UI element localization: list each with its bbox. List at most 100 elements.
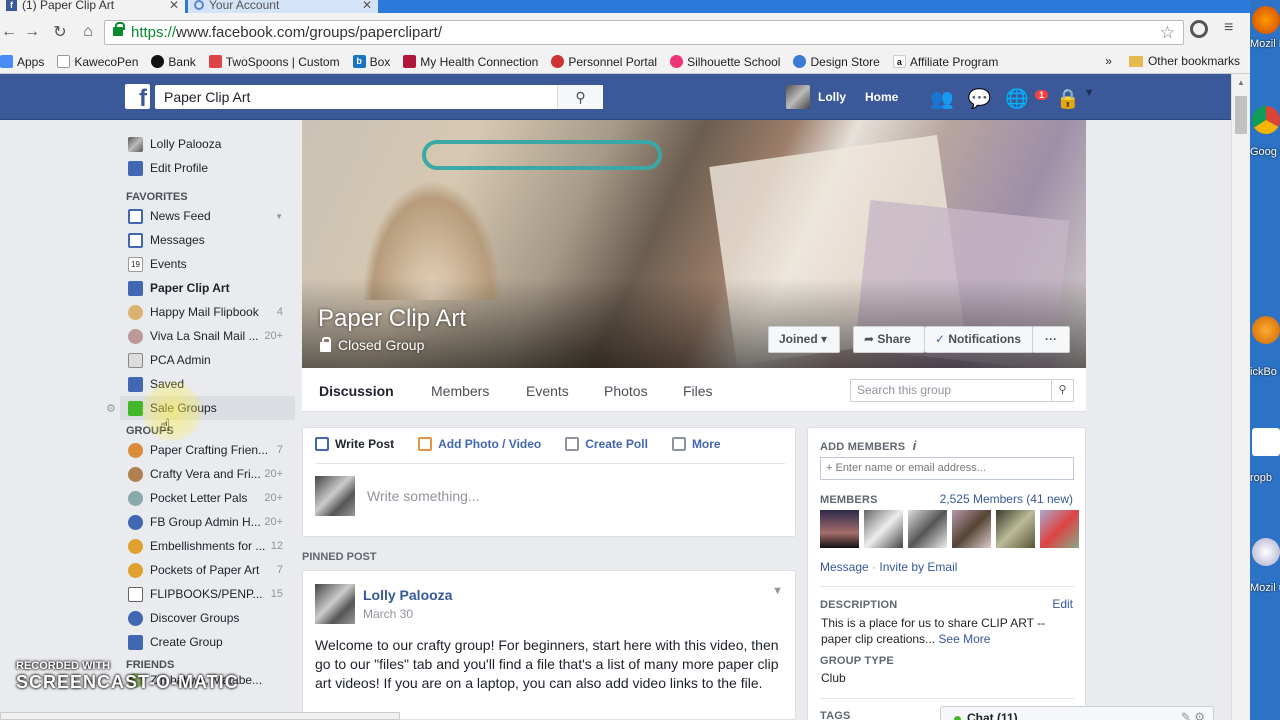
member-thumbnail[interactable] <box>1040 510 1079 548</box>
bookmark-apps[interactable]: Apps <box>0 55 44 69</box>
dropbox-icon[interactable] <box>1252 428 1280 456</box>
nav-messages[interactable]: Messages <box>120 228 295 252</box>
home-icon[interactable]: ⌂ <box>74 23 102 41</box>
avatar[interactable] <box>315 584 355 624</box>
see-more-link[interactable]: See More <box>938 632 990 646</box>
post-author[interactable]: Lolly Palooza <box>363 587 452 603</box>
notifications-button[interactable]: ✓ Notifications <box>925 326 1033 353</box>
search-icon[interactable]: ⚲ <box>557 85 603 109</box>
message-link[interactable]: Message <box>820 560 869 574</box>
profile-link[interactable]: Lolly <box>786 85 846 109</box>
member-thumbnail[interactable] <box>820 510 859 548</box>
account-menu-chevron-icon[interactable]: ▼ <box>1084 87 1095 111</box>
forward-arrow-icon[interactable]: → <box>18 23 46 41</box>
gear-icon[interactable]: ⚙ <box>106 402 116 415</box>
nav-pca-admin[interactable]: PCA Admin <box>120 348 295 372</box>
address-bar[interactable]: https://www.facebook.com/groups/papercli… <box>104 20 1184 45</box>
nav-group-item[interactable]: FB Group Admin H... 20+ <box>120 510 295 534</box>
tab-close-icon[interactable]: ✕ <box>362 0 372 13</box>
member-thumbnail[interactable] <box>996 510 1035 548</box>
write-post-tab[interactable]: Write Post <box>315 437 394 451</box>
nav-create-group[interactable]: Create Group <box>120 630 295 654</box>
nav-group-item[interactable]: Embellishments for ... 12 <box>120 534 295 558</box>
bookmark-box[interactable]: b Box <box>352 55 390 69</box>
notifications-globe-icon[interactable]: 🌐 1 <box>1005 87 1049 111</box>
bookmark-personnel-portal[interactable]: Personnel Portal <box>551 55 657 69</box>
browser-menu-icon[interactable]: ≡ <box>1224 20 1238 36</box>
nav-viva-la-snail-mail[interactable]: Viva La Snail Mail ... 20+ <box>120 324 295 348</box>
bookmark-kawecopen[interactable]: KawecoPen <box>57 55 138 69</box>
search-icon[interactable]: ⚲ <box>1051 380 1073 401</box>
browser-tab-paper-clip-art[interactable]: f (1) Paper Clip Art ✕ <box>0 0 185 13</box>
privacy-shortcuts-icon[interactable]: 🔒 <box>1056 87 1080 111</box>
nav-group-item[interactable]: FLIPBOOKS/PENP... 15 <box>120 582 295 606</box>
create-poll-tab[interactable]: Create Poll <box>565 437 648 451</box>
chat-settings-icon[interactable]: ✎ ⚙ <box>1181 710 1205 720</box>
member-thumbnail[interactable] <box>952 510 991 548</box>
group-search-input[interactable]: Search this group ⚲ <box>850 379 1074 402</box>
messages-icon <box>128 232 143 248</box>
chat-bar[interactable]: Chat (11) ✎ ⚙ <box>940 706 1214 720</box>
member-thumbnail[interactable] <box>908 510 947 548</box>
nav-happy-mail-flipbook[interactable]: Happy Mail Flipbook 4 <box>120 300 295 324</box>
nav-discover-groups[interactable]: Discover Groups <box>120 606 295 630</box>
invite-by-email-link[interactable]: Invite by Email <box>879 560 957 574</box>
reload-icon[interactable]: ↻ <box>46 22 74 42</box>
bookmarks-overflow-icon[interactable]: » <box>1105 54 1112 68</box>
messages-icon[interactable]: 💬 <box>968 87 992 111</box>
tab-members[interactable]: Members <box>431 383 489 399</box>
friend-requests-icon[interactable]: 👥 <box>930 87 954 111</box>
tab-files[interactable]: Files <box>683 383 713 399</box>
add-photo-video-tab[interactable]: Add Photo / Video <box>418 437 541 451</box>
bookmark-bank[interactable]: Bank <box>151 55 196 69</box>
bookmark-design-store[interactable]: Design Store <box>793 55 880 69</box>
bookmark-star-icon[interactable]: ☆ <box>1160 21 1175 44</box>
tab-events[interactable]: Events <box>526 383 569 399</box>
members-count-link[interactable]: 2,525 Members (41 new) <box>940 492 1073 506</box>
nav-paper-clip-art[interactable]: Paper Clip Art <box>120 276 295 300</box>
share-button[interactable]: ➦ Share <box>853 326 925 353</box>
tab-photos[interactable]: Photos <box>604 383 648 399</box>
chevron-down-icon[interactable]: ▼ <box>772 585 783 597</box>
back-arrow-icon[interactable]: ← <box>0 23 18 41</box>
member-thumbnail[interactable] <box>864 510 903 548</box>
edit-description-link[interactable]: Edit <box>1052 597 1073 611</box>
nav-events[interactable]: 19 Events <box>120 252 295 276</box>
add-members-input[interactable]: + Enter name or email address... <box>820 457 1074 480</box>
avatar <box>786 85 810 109</box>
nav-group-item[interactable]: Paper Crafting Frien... 7 <box>120 438 295 462</box>
scroll-thumb[interactable] <box>1235 96 1247 134</box>
facebook-search-input[interactable]: Paper Clip Art ⚲ <box>155 85 603 109</box>
thunderbird-icon[interactable] <box>1252 538 1280 566</box>
bookmark-silhouette-school[interactable]: Silhouette School <box>670 55 780 69</box>
nav-news-feed[interactable]: News Feed ▼ <box>120 204 295 228</box>
tab-close-icon[interactable]: ✕ <box>169 0 179 13</box>
bookmark-affiliate-program[interactable]: a Affiliate Program <box>892 55 998 69</box>
page-scrollbar[interactable]: ▲ <box>1231 74 1250 720</box>
caret-down-icon[interactable]: ▼ <box>275 212 283 221</box>
facebook-logo-icon[interactable]: f <box>125 84 150 109</box>
nav-edit-profile[interactable]: Edit Profile <box>120 156 295 180</box>
more-tab[interactable]: More <box>671 437 721 451</box>
home-link[interactable]: Home <box>865 90 898 104</box>
scroll-up-icon[interactable]: ▲ <box>1237 78 1245 87</box>
browser-tab-your-account[interactable]: Your Account ✕ <box>188 0 378 13</box>
chrome-icon[interactable] <box>1252 106 1280 134</box>
quickbooks-icon[interactable] <box>1252 316 1280 344</box>
bookmark-twospoons[interactable]: TwoSpoons | Custom <box>208 55 340 69</box>
composer-input[interactable]: Write something... <box>367 488 480 504</box>
nav-group-item[interactable]: Pockets of Paper Art 7 <box>120 558 295 582</box>
more-options-button[interactable]: ··· <box>1032 326 1070 353</box>
nav-group-item[interactable]: Pocket Letter Pals 20+ <box>120 486 295 510</box>
firefox-icon[interactable] <box>1252 6 1280 34</box>
info-icon[interactable]: i <box>913 438 917 453</box>
joined-button[interactable]: Joined ▾ <box>768 326 840 353</box>
group-title[interactable]: Paper Clip Art <box>318 305 466 333</box>
extension-icon[interactable] <box>1190 20 1208 38</box>
post-date[interactable]: March 30 <box>363 607 413 621</box>
nav-profile[interactable]: Lolly Palooza <box>120 132 295 156</box>
other-bookmarks[interactable]: » Other bookmarks <box>1105 54 1240 68</box>
tab-discussion[interactable]: Discussion <box>319 383 394 399</box>
bookmark-my-health[interactable]: My Health Connection <box>403 55 538 69</box>
nav-group-item[interactable]: Crafty Vera and Fri... 20+ <box>120 462 295 486</box>
